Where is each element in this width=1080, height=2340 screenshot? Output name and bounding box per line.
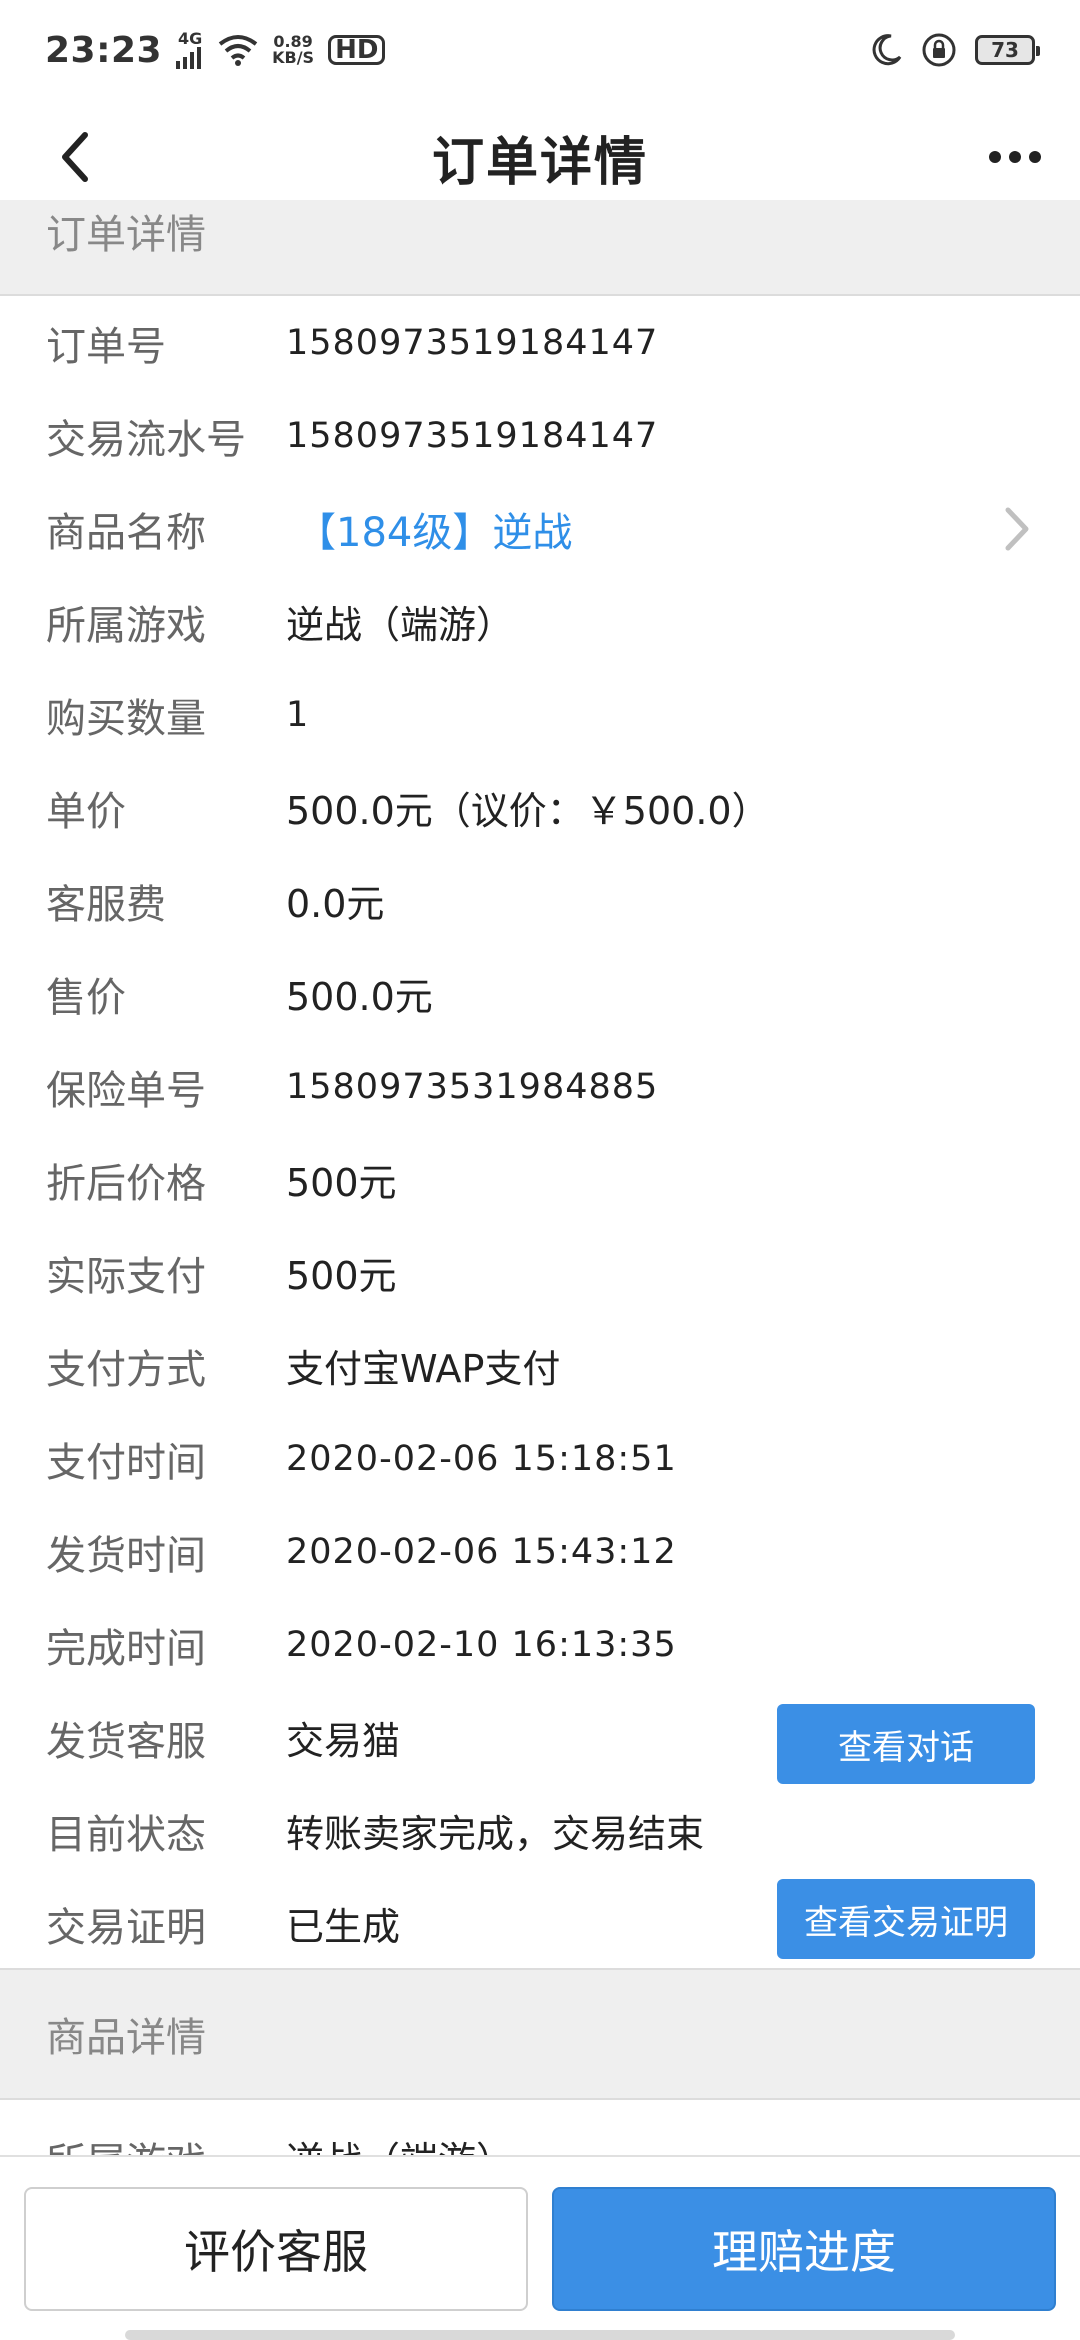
gesture-bar [125, 2330, 955, 2340]
row-insurance-number: 保险单号 1580973531984885 [46, 1066, 659, 1114]
section-title: 商品详情 [46, 2015, 206, 2061]
order-number: 1580973519184147 [286, 322, 659, 363]
row-order-number: 订单号 1580973519184147 [46, 322, 659, 370]
section-header-order: 订单详情 [0, 200, 1080, 296]
row-unit-price: 单价 500.0元（议价：￥500.0） [46, 788, 770, 835]
chevron-right-icon [1005, 507, 1029, 551]
row-discount-price: 折后价格 500元 [46, 1160, 397, 1207]
back-button[interactable] [40, 122, 110, 192]
row-delivery-time: 发货时间 2020-02-06 15:43:12 [46, 1531, 677, 1579]
row-game: 所属游戏 逆战（端游） [46, 602, 515, 649]
section-header-product: 商品详情 [0, 1968, 1080, 2100]
hd-icon: HD [328, 35, 386, 65]
chevron-left-icon [62, 132, 88, 182]
row-payment-time: 支付时间 2020-02-06 15:18:51 [46, 1438, 677, 1486]
rate-service-button[interactable]: 评价客服 [24, 2187, 528, 2311]
more-dots-icon [989, 151, 1041, 163]
moon-icon [872, 34, 902, 66]
transaction-id: 1580973519184147 [286, 415, 659, 456]
battery-icon: 73 [975, 35, 1040, 65]
order-detail-page: 23:23 4G 0.89 KB/S HD 73 订单详情 订单详情 订单号 1… [0, 0, 1080, 2340]
order-info-list: 订单号 1580973519184147 交易流水号 1580973519184… [0, 296, 1080, 1970]
signal-icon: 4G [176, 31, 204, 69]
row-payment-method: 支付方式 支付宝WAP支付 [46, 1346, 561, 1393]
claim-progress-button[interactable]: 理赔进度 [552, 2187, 1056, 2311]
bottom-action-bar: 评价客服 理赔进度 [0, 2155, 1080, 2340]
row-product-name[interactable]: 商品名称 【184级】逆战 [0, 482, 1080, 575]
network-speed: 0.89 KB/S [272, 32, 315, 67]
row-current-status: 目前状态 转账卖家完成，交易结束 [46, 1811, 705, 1858]
row-transaction-proof: 交易证明 已生成 查看交易证明 [0, 1877, 1080, 1970]
view-proof-button[interactable]: 查看交易证明 [777, 1879, 1035, 1959]
row-sale-price: 售价 500.0元 [46, 974, 433, 1021]
rotation-lock-icon [922, 33, 956, 67]
top-app-bar: 订单详情 [0, 100, 1080, 219]
product-name-link[interactable]: 【184级】逆战 [296, 500, 572, 558]
row-transaction-id: 交易流水号 1580973519184147 [46, 415, 659, 463]
row-delivery-service: 发货客服 交易猫 查看对话 [0, 1691, 1080, 1784]
row-complete-time: 完成时间 2020-02-10 16:13:35 [46, 1624, 677, 1672]
more-options-button[interactable] [980, 122, 1050, 192]
status-time: 23:23 [45, 29, 163, 71]
page-title: 订单详情 [431, 133, 648, 193]
section-title: 订单详情 [46, 212, 206, 258]
row-quantity: 购买数量 1 [46, 694, 310, 742]
row-service-fee: 客服费 0.0元 [46, 881, 385, 928]
row-actual-payment: 实际支付 500元 [46, 1253, 397, 1300]
status-bar: 23:23 4G 0.89 KB/S HD 73 [0, 0, 1080, 100]
view-conversation-button[interactable]: 查看对话 [777, 1704, 1035, 1784]
wifi-icon [218, 35, 258, 66]
